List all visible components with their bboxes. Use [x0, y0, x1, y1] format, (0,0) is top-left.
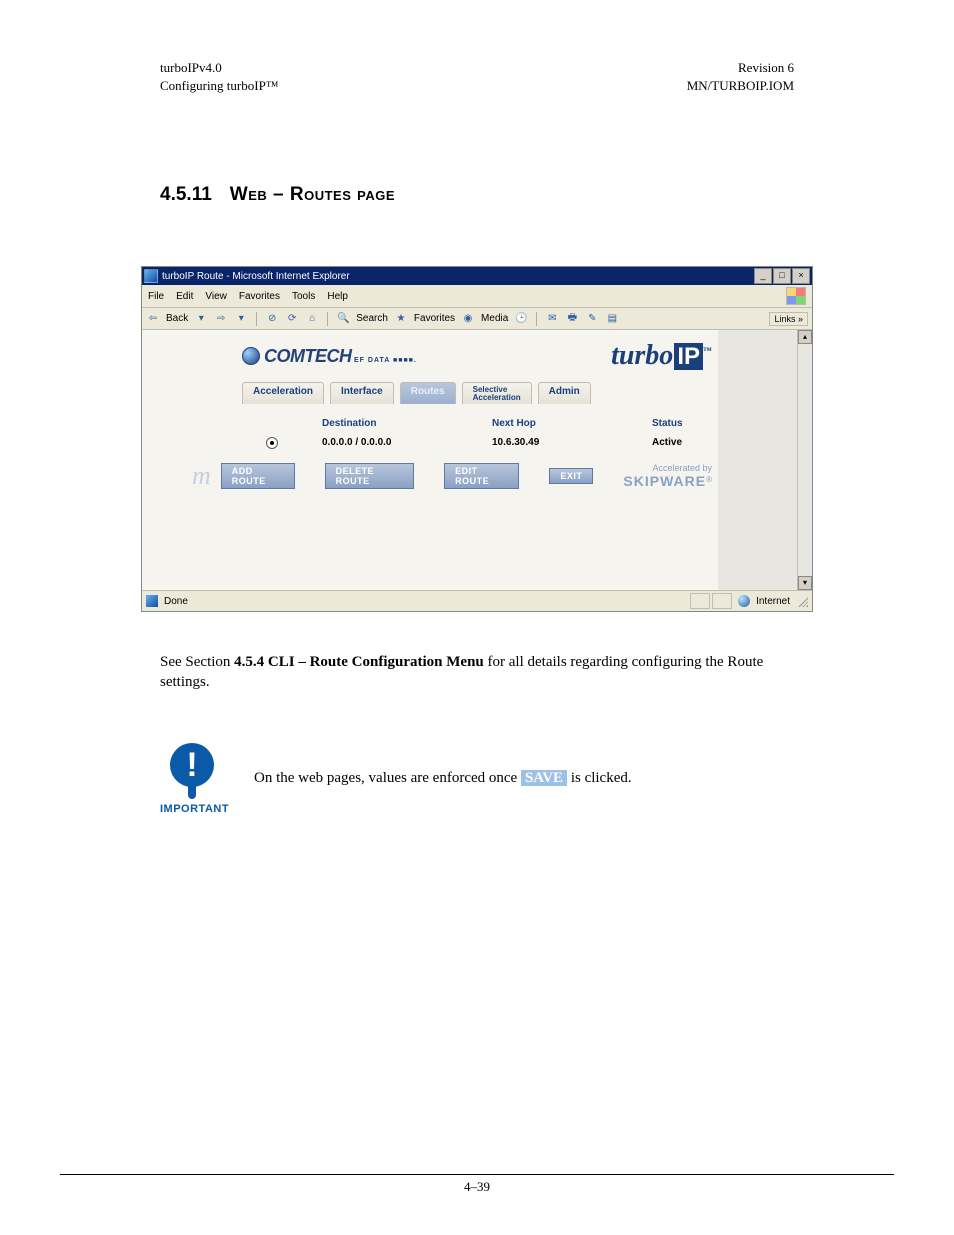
header-left-1: turboIPv4.0 [160, 60, 222, 76]
search-button[interactable]: Search [356, 313, 388, 324]
print-icon[interactable]: 🖶 [565, 310, 579, 327]
page-content: ▴ ▾ COMTECH EF DATA ■■■■. turboIP™ Accel… [142, 330, 812, 590]
edit-icon[interactable]: ✎ [585, 313, 599, 324]
comtech-subtext: EF DATA ■■■■. [354, 357, 417, 364]
tab-row: Acceleration Interface Routes Selective … [142, 378, 812, 404]
menu-file[interactable]: File [148, 291, 164, 302]
save-chip: SAVE [521, 770, 567, 786]
status-pane [690, 593, 710, 609]
home-icon[interactable]: ⌂ [305, 313, 319, 324]
globe-icon [242, 347, 260, 365]
mail-icon[interactable]: ✉ [545, 313, 559, 324]
nav-toolbar: ⇦ Back ▾ ⇨ ▾ ⊘ ⟳ ⌂ 🔍 Search ★ Favorites … [142, 308, 812, 330]
body-paragraph: See Section 4.5.4 CLI – Route Configurat… [60, 652, 894, 693]
tab-interface[interactable]: Interface [330, 382, 394, 404]
favorites-button[interactable]: Favorites [414, 313, 455, 324]
discuss-icon[interactable]: ▤ [605, 313, 619, 324]
scrollbar[interactable]: ▴ ▾ [797, 330, 812, 590]
header-left-2: Configuring turboIP™ [160, 78, 279, 94]
history-icon[interactable]: 🕒 [514, 313, 528, 324]
windows-logo-icon [786, 287, 806, 305]
menu-tools[interactable]: Tools [292, 291, 315, 302]
status-done: Done [164, 596, 188, 607]
important-callout: ! IMPORTANT On the web pages, values are… [60, 743, 894, 815]
back-dropdown-icon[interactable]: ▾ [194, 313, 208, 324]
col-destination: Destination [322, 418, 472, 429]
section-number: 4.5.11 [160, 184, 212, 206]
routes-table: Destination Next Hop Status 0.0.0.0 / 0.… [142, 404, 812, 455]
tab-admin[interactable]: Admin [538, 382, 591, 404]
resize-grip-icon[interactable] [796, 595, 808, 607]
header-right-2: MN/TURBOIP.IOM [687, 78, 794, 94]
page-footer: 4–39 [60, 1174, 894, 1195]
col-status: Status [652, 418, 772, 429]
links-button[interactable]: Links » [769, 312, 808, 326]
media-button[interactable]: Media [481, 313, 508, 324]
important-text: On the web pages, values are enforced on… [254, 768, 632, 788]
page-header: turboIPv4.0 Revision 6 Configuring turbo… [60, 60, 894, 94]
back-button[interactable]: Back [166, 313, 188, 324]
route-select-radio[interactable] [266, 437, 278, 449]
back-icon[interactable]: ⇦ [146, 313, 160, 324]
skipware-logo: SKIPWARE [623, 473, 706, 489]
window-titlebar: turboIP Route - Microsoft Internet Explo… [142, 267, 812, 285]
route-nexthop: 10.6.30.49 [492, 437, 632, 449]
search-icon[interactable]: 🔍 [336, 313, 350, 324]
status-bar: Done Internet [142, 590, 812, 611]
exclamation-icon: ! [170, 743, 214, 787]
tab-acceleration[interactable]: Acceleration [242, 382, 324, 404]
section-heading: 4.5.11 Web – Routes page [60, 184, 894, 206]
ie-status-icon [146, 595, 158, 607]
scroll-up-icon[interactable]: ▴ [798, 330, 812, 344]
window-title: turboIP Route - Microsoft Internet Explo… [162, 271, 754, 282]
internet-zone-icon [738, 595, 750, 607]
tab-routes[interactable]: Routes [400, 382, 456, 404]
menu-bar: File Edit View Favorites Tools Help [142, 285, 812, 308]
comtech-logo: COMTECH EF DATA ■■■■. [242, 346, 417, 367]
close-button[interactable]: × [792, 268, 810, 284]
status-zone: Internet [756, 596, 790, 607]
media-icon[interactable]: ◉ [461, 313, 475, 324]
page-number: 4–39 [464, 1179, 490, 1194]
favorites-icon[interactable]: ★ [394, 313, 408, 324]
col-nexthop: Next Hop [492, 418, 632, 429]
swoosh-graphic: m [192, 461, 211, 491]
status-pane [712, 593, 732, 609]
tab-selective-acceleration[interactable]: Selective Acceleration [462, 382, 532, 404]
forward-icon[interactable]: ⇨ [214, 313, 228, 324]
accelerated-by-label: Accelerated by SKIPWARE® [623, 463, 712, 489]
scroll-down-icon[interactable]: ▾ [798, 576, 812, 590]
ie-icon [144, 269, 158, 283]
minimize-button[interactable]: _ [754, 268, 772, 284]
section-title: Web – Routes page [230, 184, 395, 206]
browser-window: turboIP Route - Microsoft Internet Explo… [141, 266, 813, 612]
add-route-button[interactable]: ADD ROUTE [221, 463, 295, 489]
stop-icon[interactable]: ⊘ [265, 313, 279, 324]
route-status: Active [652, 437, 772, 449]
header-right-1: Revision 6 [738, 60, 794, 76]
edit-route-button[interactable]: EDIT ROUTE [444, 463, 519, 489]
important-icon: ! IMPORTANT [160, 743, 224, 815]
maximize-button[interactable]: □ [773, 268, 791, 284]
turboip-logo: turboIP™ [611, 340, 712, 372]
menu-view[interactable]: View [205, 291, 227, 302]
delete-route-button[interactable]: DELETE ROUTE [325, 463, 415, 489]
menu-help[interactable]: Help [327, 291, 348, 302]
menu-edit[interactable]: Edit [176, 291, 193, 302]
refresh-icon[interactable]: ⟳ [285, 313, 299, 324]
exit-button[interactable]: EXIT [549, 468, 593, 484]
forward-dropdown-icon[interactable]: ▾ [234, 313, 248, 324]
menu-favorites[interactable]: Favorites [239, 291, 280, 302]
route-destination: 0.0.0.0 / 0.0.0.0 [322, 437, 472, 449]
